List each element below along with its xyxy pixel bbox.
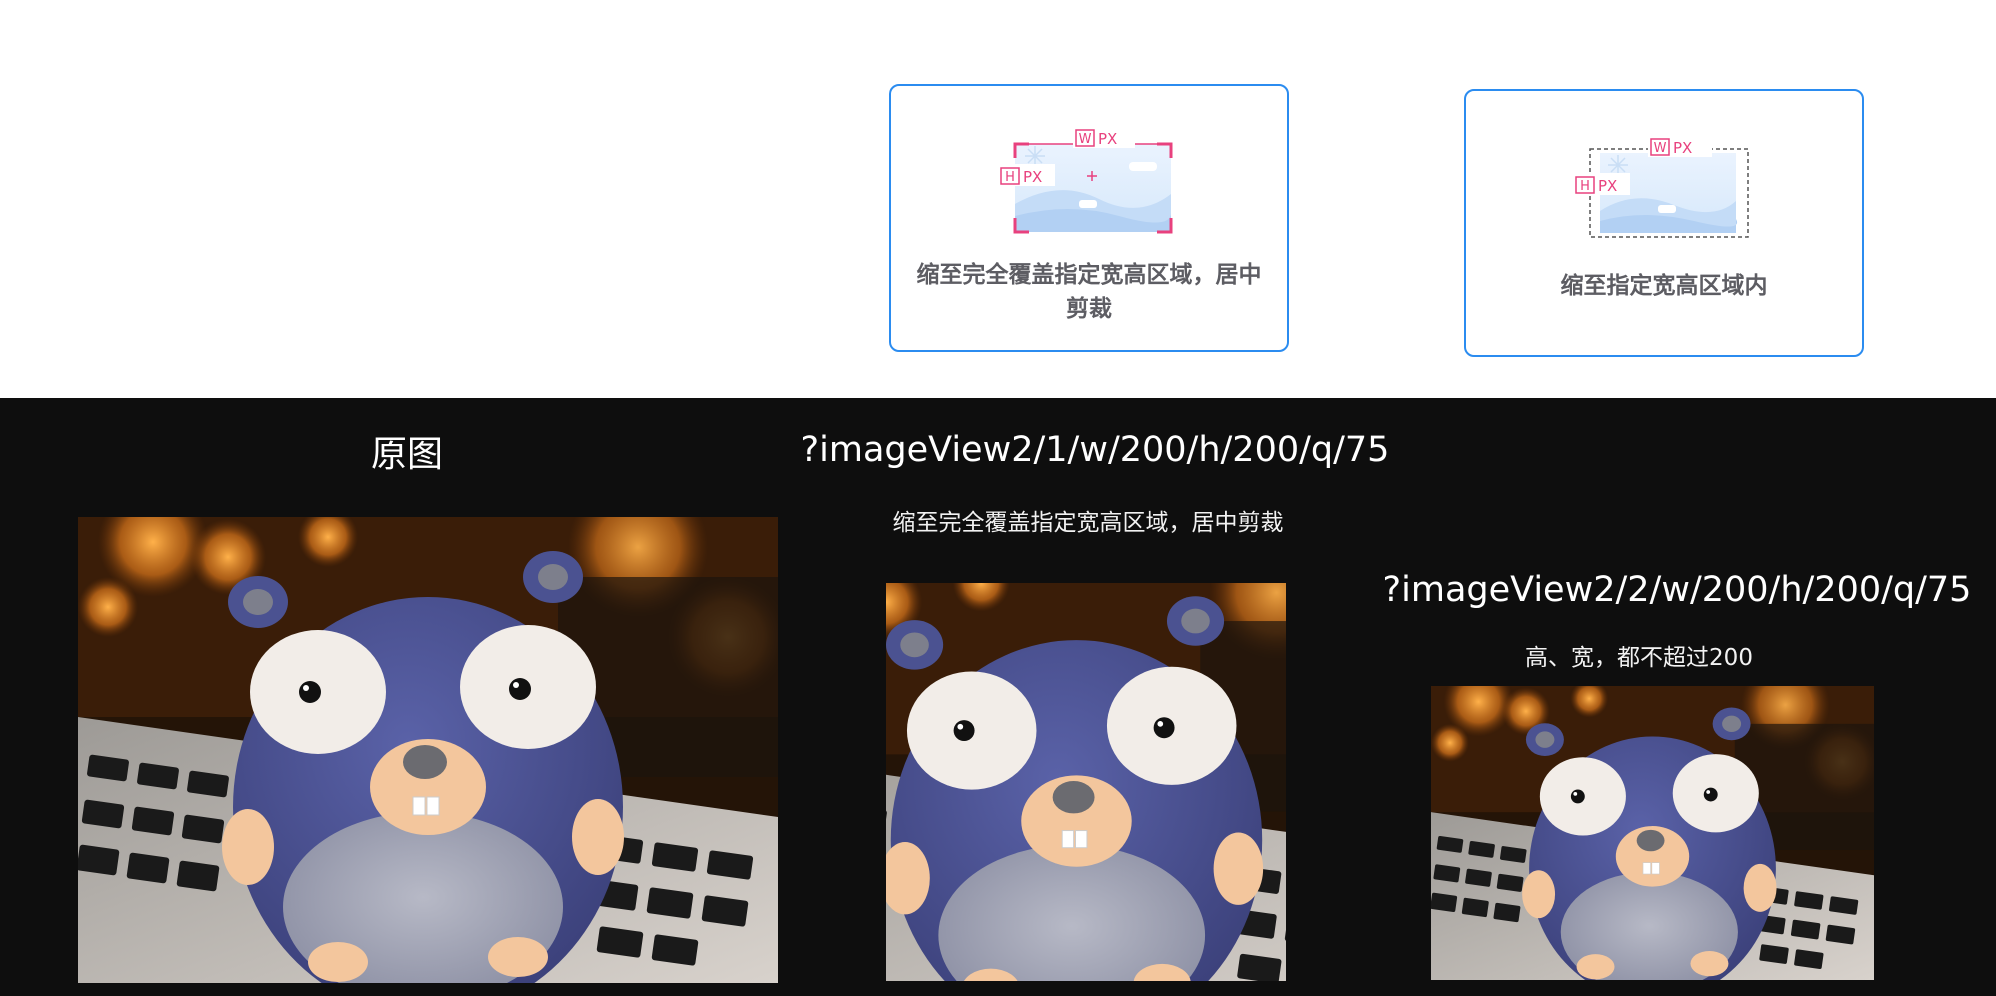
original-title: 原图 bbox=[370, 434, 444, 475]
cover-crop-diagram-icon: W PX H PX bbox=[999, 128, 1173, 234]
mode2-photo bbox=[1431, 686, 1874, 980]
mode-card-label: 缩至指定宽高区域内 bbox=[1560, 273, 1768, 299]
svg-text:PX: PX bbox=[1098, 130, 1117, 148]
examples-panel: 原图 ?imageView2/1/w/200/h/200/q/75 缩至完全覆盖… bbox=[0, 398, 1996, 996]
mode-card-contain[interactable]: W PX H PX 缩至指定宽高区域内 bbox=[1464, 89, 1864, 357]
mode-selector: W PX H PX 缩至完全覆盖指定宽高区域，居中剪裁 W PX H PX 缩至… bbox=[0, 0, 1996, 398]
original-photo bbox=[78, 517, 778, 983]
mode-card-label: 缩至完全覆盖指定宽高区域，居中剪裁 bbox=[916, 262, 1262, 322]
mode2-title: ?imageView2/2/w/200/h/200/q/75 bbox=[1382, 570, 1972, 610]
mode1-caption: 缩至完全覆盖指定宽高区域，居中剪裁 bbox=[892, 510, 1284, 536]
svg-text:PX: PX bbox=[1673, 139, 1692, 157]
svg-text:W: W bbox=[1079, 132, 1092, 147]
mode1-photo bbox=[886, 583, 1286, 981]
mode-card-cover-crop[interactable]: W PX H PX 缩至完全覆盖指定宽高区域，居中剪裁 bbox=[889, 84, 1289, 352]
contain-diagram-icon: W PX H PX bbox=[1574, 137, 1749, 238]
svg-text:PX: PX bbox=[1023, 168, 1042, 186]
svg-text:H: H bbox=[1005, 170, 1015, 185]
svg-text:PX: PX bbox=[1598, 177, 1617, 195]
mode1-title: ?imageView2/1/w/200/h/200/q/75 bbox=[800, 430, 1390, 470]
svg-text:H: H bbox=[1580, 179, 1590, 194]
mode2-caption: 高、宽，都不超过200 bbox=[1525, 645, 1753, 671]
svg-text:W: W bbox=[1654, 141, 1667, 156]
